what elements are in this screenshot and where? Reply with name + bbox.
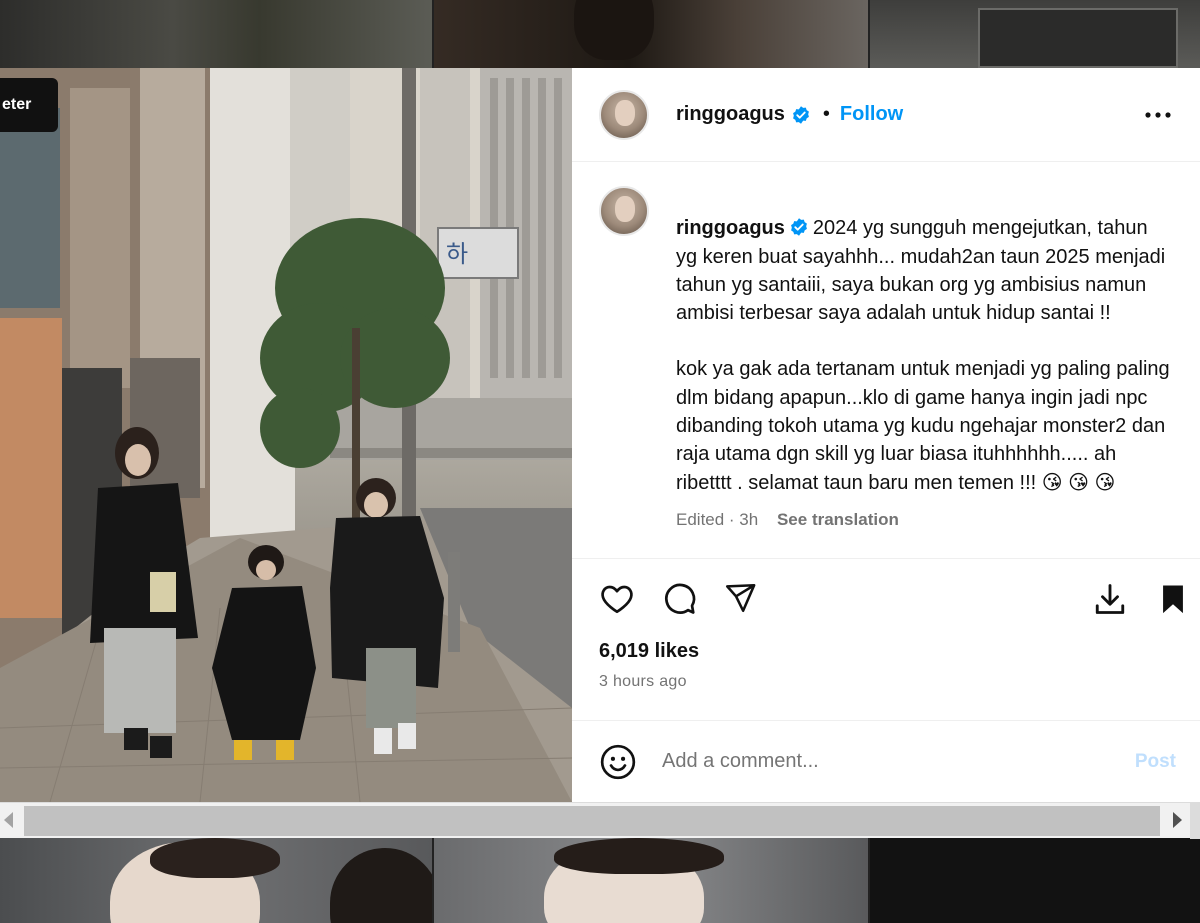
post-time: 3 hours ago — [599, 673, 687, 690]
caption-text: ringgoagus 2024 yg sungguh mengejutkan, … — [676, 186, 1173, 534]
horizontal-scrollbar[interactable] — [0, 802, 1200, 839]
post-comment-button[interactable]: Post — [1135, 751, 1176, 773]
background-tile-top-middle — [434, 0, 868, 68]
caption-avatar[interactable] — [599, 186, 649, 236]
background-tile-top-right — [870, 0, 1200, 68]
street-sign-text: 하 — [446, 240, 468, 268]
post-header: ringgoagus • Follow — [572, 68, 1200, 162]
action-bar — [572, 558, 1200, 640]
comment-bar: Post — [572, 720, 1200, 802]
background-tile-bottom-right — [870, 838, 1200, 923]
see-translation-link[interactable]: See translation — [777, 510, 899, 529]
comment-icon[interactable] — [660, 581, 698, 617]
scroll-left-arrow-icon[interactable] — [4, 812, 13, 828]
post-photo[interactable]: 하 — [0, 68, 572, 802]
separator-dot: • — [822, 103, 830, 125]
scroll-right-arrow-icon[interactable] — [1173, 812, 1182, 828]
street-scene-illustration: 하 — [0, 68, 572, 802]
photo-tag-label[interactable]: eter — [0, 78, 58, 132]
background-tile-bottom-left — [0, 838, 432, 923]
avatar[interactable] — [599, 89, 649, 140]
caption-meta: Edited · 3h See translation — [676, 506, 1173, 534]
verified-badge-icon — [790, 218, 807, 237]
comment-input[interactable] — [662, 750, 1112, 773]
caption-username[interactable]: ringgoagus — [676, 217, 785, 239]
bookmark-icon[interactable] — [1156, 581, 1190, 617]
verified-badge-icon — [792, 105, 809, 124]
emoji-icon[interactable] — [599, 743, 637, 781]
scrollbar-corner — [1190, 803, 1200, 839]
background-tile-bottom-middle — [434, 838, 868, 923]
scrollbar-thumb[interactable] — [24, 806, 1160, 836]
post-details-panel: ringgoagus • Follow ringgoagus 2024 yg s… — [572, 68, 1200, 802]
send-icon[interactable] — [722, 581, 758, 615]
follow-button[interactable]: Follow — [840, 103, 903, 126]
header-username[interactable]: ringgoagus — [676, 103, 785, 126]
caption-section: ringgoagus 2024 yg sungguh mengejutkan, … — [572, 162, 1200, 558]
more-horizontal-icon[interactable] — [1144, 104, 1172, 126]
likes-count[interactable]: 6,019 likes — [572, 640, 1200, 663]
caption-paragraph-2: kok ya gak ada tertanam untuk menjadi yg… — [676, 358, 1170, 494]
background-tile-top-left — [0, 0, 432, 68]
download-icon[interactable] — [1092, 581, 1128, 617]
heart-icon[interactable] — [598, 581, 636, 617]
edited-timestamp: Edited · 3h — [676, 509, 759, 529]
